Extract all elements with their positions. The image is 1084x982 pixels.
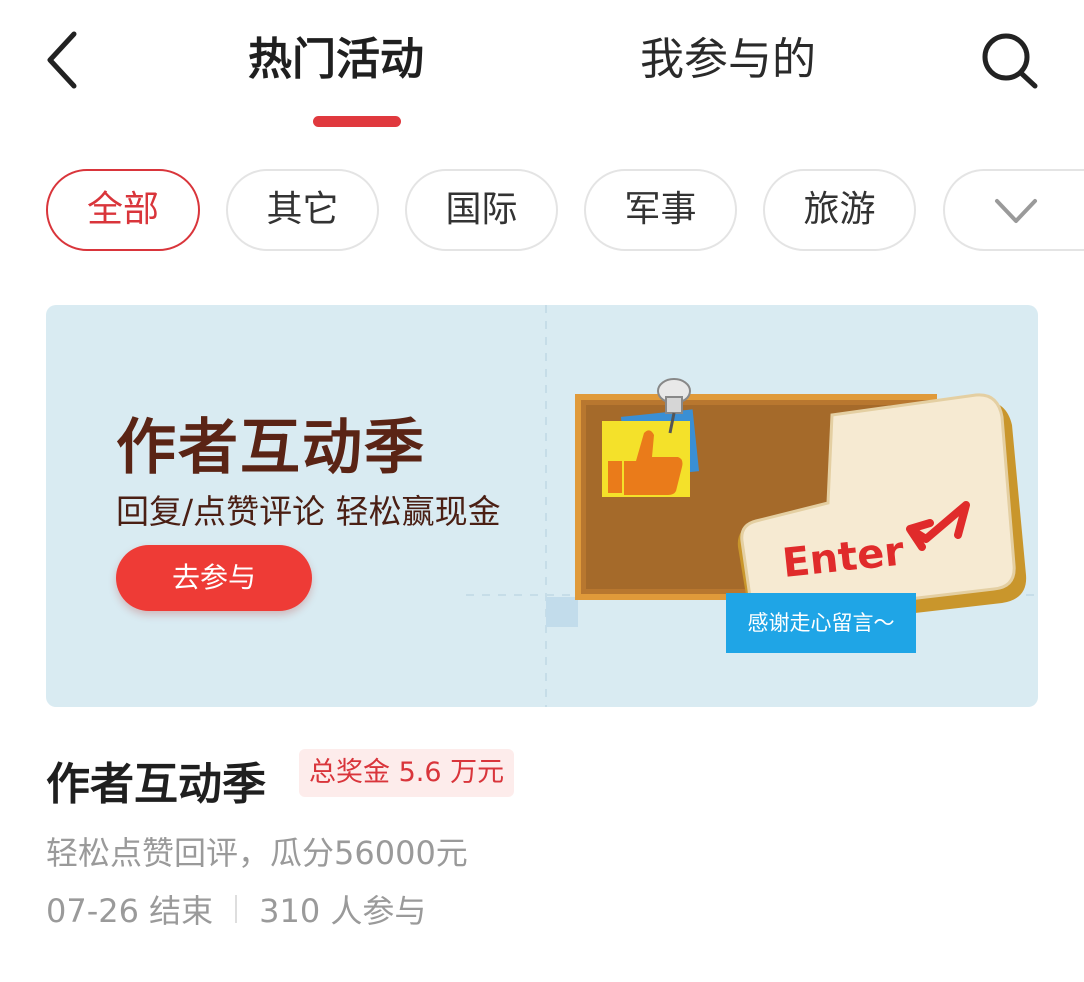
banner-subtitle: 回复/点赞评论 轻松赢现金: [116, 492, 501, 531]
category-chip-all[interactable]: 全部: [46, 169, 200, 251]
activity-title: 作者互动季: [46, 759, 266, 810]
category-expand-button[interactable]: [943, 169, 1084, 251]
prize-badge: 总奖金 5.6 万元: [299, 749, 515, 797]
activity-description: 轻松点赞回评，瓜分56000元: [46, 834, 468, 872]
active-tab-indicator: [313, 116, 401, 127]
category-chip-other[interactable]: 其它: [226, 169, 379, 251]
category-chip-military[interactable]: 军事: [584, 169, 737, 251]
meta-divider: [235, 895, 238, 923]
join-button[interactable]: 去参与: [116, 545, 312, 611]
chevron-down-icon: [995, 199, 1037, 223]
activity-banner[interactable]: 作者互动季 回复/点赞评论 轻松赢现金 去参与 Enter 感谢走心留言～: [46, 305, 1038, 707]
category-chip-international[interactable]: 国际: [405, 169, 558, 251]
banner-note-label: 感谢走心留言～: [726, 593, 916, 653]
back-button[interactable]: [40, 30, 90, 90]
search-icon: [982, 33, 1038, 89]
tab-my-participation[interactable]: 我参与的: [640, 28, 816, 92]
search-button[interactable]: [976, 30, 1040, 90]
tab-hot-activities[interactable]: 热门活动: [248, 28, 424, 92]
participant-count: 310 人参与: [259, 892, 427, 930]
category-chip-travel[interactable]: 旅游: [763, 169, 916, 251]
chevron-left-icon: [47, 31, 77, 89]
end-date: 07-26 结束: [46, 892, 214, 930]
activity-meta: 07-26 结束 310 人参与: [46, 886, 426, 932]
banner-title: 作者互动季: [116, 413, 426, 483]
